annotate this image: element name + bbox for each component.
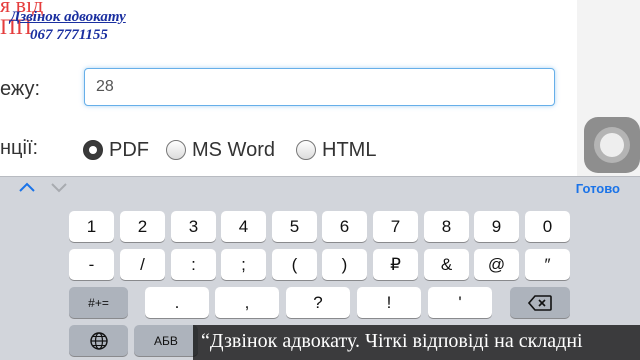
key-close-paren[interactable]: ) [322, 249, 367, 280]
radio-unchecked-icon[interactable] [166, 140, 186, 160]
chevron-up-icon[interactable] [18, 180, 36, 198]
ad-title-link[interactable]: Дзвінок адвокату [10, 9, 126, 26]
number-input[interactable] [84, 68, 555, 106]
radio-label: PDF [109, 138, 149, 161]
done-button[interactable]: Готово [576, 181, 620, 196]
format-label: нції: [0, 137, 39, 159]
globe-icon [89, 331, 108, 350]
video-subtitle: “Дзвінок адвокату. Чіткі відповіді на ск… [193, 325, 640, 360]
radio-checked-icon[interactable] [83, 140, 103, 160]
globe-key[interactable] [69, 325, 128, 356]
key-7[interactable]: 7 [373, 211, 418, 242]
key-comma[interactable]: , [215, 287, 279, 318]
key-question[interactable]: ? [286, 287, 350, 318]
web-page: я від ПП Дзвінок адвокату 067 7771155 еж… [0, 0, 577, 176]
radio-pdf[interactable]: PDF [83, 138, 149, 162]
key-semicolon[interactable]: ; [221, 249, 266, 280]
key-ampersand[interactable]: & [424, 249, 469, 280]
ad-phone: 067 7771155 [30, 27, 108, 43]
key-0[interactable]: 0 [525, 211, 570, 242]
assistive-touch-button[interactable] [584, 117, 640, 173]
key-double-prime[interactable]: ″ [525, 249, 570, 280]
key-ruble[interactable]: ₽ [373, 249, 418, 280]
key-exclamation[interactable]: ! [357, 287, 421, 318]
key-colon[interactable]: : [171, 249, 216, 280]
chevron-down-icon[interactable] [50, 180, 68, 198]
delete-key[interactable] [510, 287, 570, 318]
key-period[interactable]: . [145, 287, 209, 318]
key-slash[interactable]: / [120, 249, 165, 280]
key-at[interactable]: @ [474, 249, 519, 280]
field-label: ежу: [0, 78, 41, 100]
radio-ms-word[interactable]: MS Word [166, 138, 275, 162]
assistive-touch-center [600, 133, 624, 157]
key-apostrophe[interactable]: ' [428, 287, 492, 318]
key-language-cyrillic[interactable]: АБВ [134, 325, 198, 356]
backspace-icon [528, 294, 552, 311]
key-shift-symbols[interactable]: #+= [69, 287, 128, 318]
radio-label: MS Word [192, 138, 275, 161]
radio-label: HTML [322, 138, 377, 161]
radio-html[interactable]: HTML [296, 138, 376, 162]
keyboard-accessory-bar: Готово [0, 176, 640, 201]
key-open-paren[interactable]: ( [272, 249, 317, 280]
key-2[interactable]: 2 [120, 211, 165, 242]
key-9[interactable]: 9 [474, 211, 519, 242]
key-1[interactable]: 1 [69, 211, 114, 242]
key-4[interactable]: 4 [221, 211, 266, 242]
key-8[interactable]: 8 [424, 211, 469, 242]
key-hyphen[interactable]: - [69, 249, 114, 280]
key-3[interactable]: 3 [171, 211, 216, 242]
key-5[interactable]: 5 [272, 211, 317, 242]
radio-unchecked-icon[interactable] [296, 140, 316, 160]
key-6[interactable]: 6 [322, 211, 367, 242]
